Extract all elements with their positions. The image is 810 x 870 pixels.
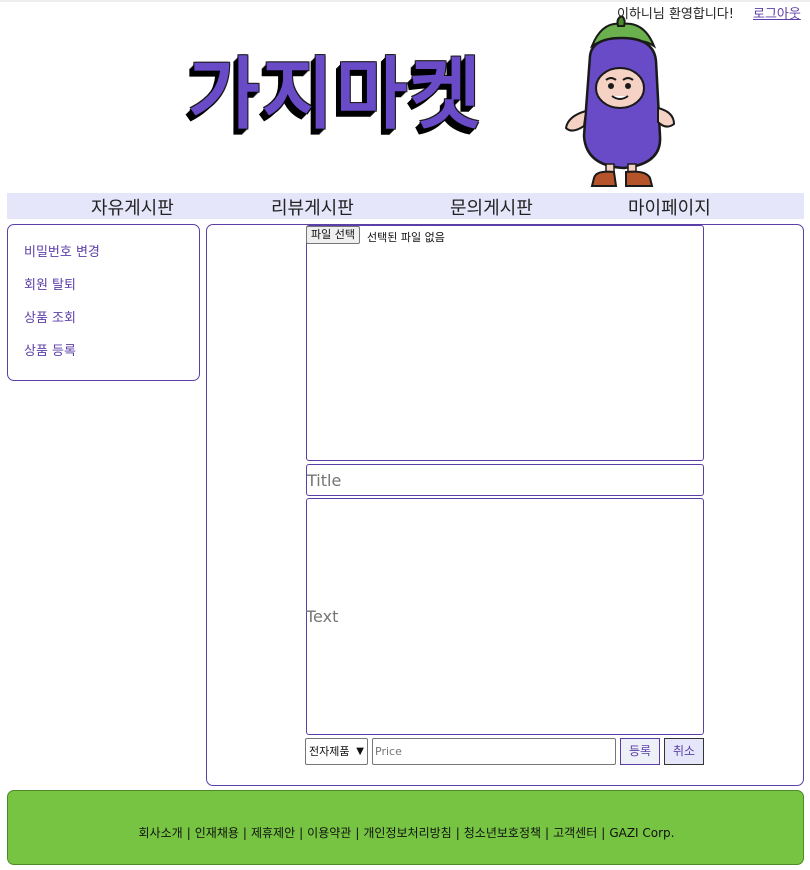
footer: 회사소개 | 인재채용 | 제휴제안 | 이용약관 | 개인정보처리방침 | 청소년보호정책 | 고객센… xyxy=(7,790,804,865)
main-nav: 자유게시판 리뷰게시판 문의게시판 마이페이지 xyxy=(7,193,804,219)
sidebar: 비밀번호 변경 회원 탈퇴 상품 조회 상품 등록 xyxy=(7,224,200,381)
nav-inquiry-board[interactable]: 문의게시판 xyxy=(450,194,533,220)
footer-company-name: GAZI Corp. xyxy=(609,826,675,840)
cancel-button[interactable]: 취소 xyxy=(664,738,704,765)
price-input[interactable] xyxy=(372,738,616,765)
sidebar-item-change-password[interactable]: 비밀번호 변경 xyxy=(24,241,100,260)
category-select[interactable]: 전자제품 ▼ xyxy=(305,738,368,765)
footer-link-partnership[interactable]: 제휴제안 xyxy=(251,826,295,840)
file-select-button[interactable]: 파일 선택 xyxy=(306,226,360,244)
footer-links: 회사소개 | 인재채용 | 제휴제안 | 이용약관 | 개인정보처리방침 | 청소년보호정책 | 고객센… xyxy=(138,826,675,840)
footer-link-about[interactable]: 회사소개 xyxy=(139,826,183,840)
text-placeholder: Text xyxy=(306,607,339,626)
sidebar-item-withdraw[interactable]: 회원 탈퇴 xyxy=(24,274,76,293)
title-input[interactable] xyxy=(306,464,704,496)
text-textarea[interactable] xyxy=(306,498,704,735)
footer-link-privacy[interactable]: 개인정보처리방침 xyxy=(363,826,451,840)
category-selected-value: 전자제품 xyxy=(309,745,350,758)
footer-link-support[interactable]: 고객센터 xyxy=(553,826,597,840)
top-divider xyxy=(0,0,810,2)
logo-text: 가지마켓 xyxy=(188,50,484,140)
footer-link-terms[interactable]: 이용약관 xyxy=(307,826,351,840)
footer-link-youth-policy[interactable]: 청소년보호정책 xyxy=(464,826,541,840)
logout-link[interactable]: 로그아웃 xyxy=(753,3,801,22)
file-status-text: 선택된 파일 없음 xyxy=(367,231,445,244)
site-logo[interactable]: 가지마켓 xyxy=(188,16,688,191)
sidebar-item-register-product[interactable]: 상품 등록 xyxy=(24,340,76,359)
footer-link-careers[interactable]: 인재채용 xyxy=(195,826,239,840)
nav-free-board[interactable]: 자유게시판 xyxy=(91,194,174,220)
chevron-down-icon: ▼ xyxy=(356,746,364,757)
nav-my-page[interactable]: 마이페이지 xyxy=(628,194,711,220)
register-button[interactable]: 등록 xyxy=(620,738,660,765)
eggplant-mascot-icon xyxy=(564,16,676,187)
sidebar-item-view-products[interactable]: 상품 조회 xyxy=(24,307,76,326)
image-preview-box xyxy=(306,225,704,461)
nav-review-board[interactable]: 리뷰게시판 xyxy=(271,194,354,220)
